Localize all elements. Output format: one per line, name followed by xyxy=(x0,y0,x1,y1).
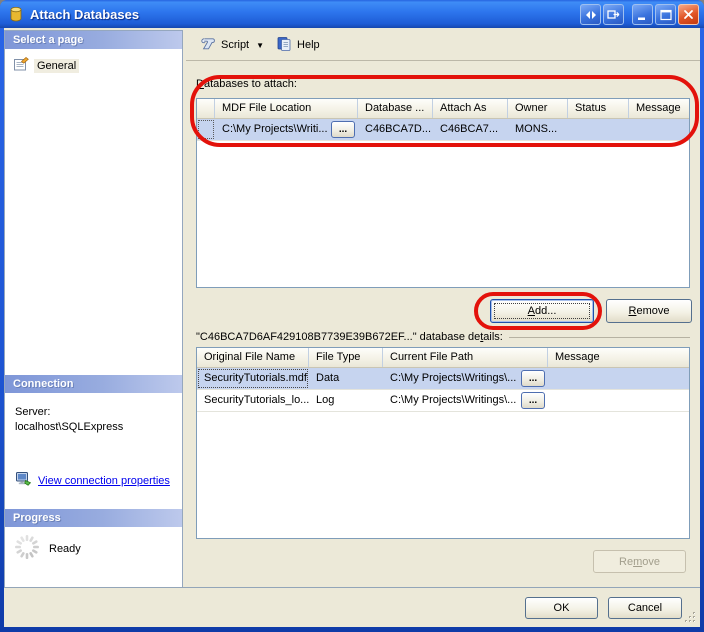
add-button[interactable]: Add... xyxy=(490,299,594,323)
cell-file-type: Log xyxy=(309,390,383,411)
column-header-selector[interactable] xyxy=(197,99,215,118)
remove-button[interactable]: Remove xyxy=(606,299,692,323)
database-details-grid: Original File Name File Type Current Fil… xyxy=(196,347,690,539)
cancel-button[interactable]: Cancel xyxy=(608,597,682,619)
maximize-button[interactable] xyxy=(655,4,676,25)
cell-current-file-path: C:\My Projects\Writings\... ... xyxy=(383,390,548,411)
grid-header-row: Original File Name File Type Current Fil… xyxy=(197,348,689,368)
title-bar[interactable]: Attach Databases xyxy=(0,0,704,28)
select-a-page-header: Select a page xyxy=(5,31,182,49)
status-text: Ready xyxy=(49,543,81,555)
column-header-owner[interactable]: Owner xyxy=(508,99,568,118)
sidebar-item-general[interactable]: General xyxy=(5,49,182,75)
databases-to-attach-grid: MDF File Location Database ... Attach As… xyxy=(196,98,690,288)
browse-button[interactable]: ... xyxy=(331,121,355,138)
dialog-client-area: Select a page General Connec xyxy=(4,28,700,627)
dock-arrows-button[interactable] xyxy=(580,4,601,25)
script-button[interactable]: Script ▼ xyxy=(194,33,270,58)
undock-button[interactable] xyxy=(603,4,624,25)
browse-button[interactable]: ... xyxy=(521,392,545,409)
table-row[interactable]: SecurityTutorials_lo... Log C:\My Projec… xyxy=(197,390,689,412)
connection-header: Connection xyxy=(5,375,182,393)
cell-file-type: Data xyxy=(309,368,383,389)
window-title: Attach Databases xyxy=(30,7,139,22)
help-label: Help xyxy=(297,39,320,51)
cell-original-file-name: SecurityTutorials_lo... xyxy=(197,390,309,411)
progress-header: Progress xyxy=(5,509,182,527)
progress-panel: Ready xyxy=(5,527,182,588)
column-header-status[interactable]: Status xyxy=(568,99,629,118)
group-rule xyxy=(509,337,690,338)
view-connection-properties-link[interactable]: View connection properties xyxy=(38,475,170,487)
footer-divider xyxy=(4,587,700,588)
databases-to-attach-label: Databases to attach: xyxy=(196,78,297,90)
cell-status xyxy=(568,119,629,140)
general-page-icon xyxy=(13,56,29,75)
column-header-database[interactable]: Database ... xyxy=(358,99,433,118)
table-row[interactable]: C:\My Projects\Writi... ... C46BCA7D... … xyxy=(197,119,689,141)
resize-grip[interactable] xyxy=(684,611,697,624)
cell-original-file-name: SecurityTutorials.mdf xyxy=(197,368,309,389)
column-header-original-file-name[interactable]: Original File Name xyxy=(197,348,309,367)
column-header-message[interactable]: Message xyxy=(548,348,689,367)
help-button[interactable]: Help xyxy=(270,33,326,58)
column-header-attach-as[interactable]: Attach As xyxy=(433,99,508,118)
cell-database: C46BCA7D... xyxy=(358,119,433,140)
server-value: localhost\SQLExpress xyxy=(15,420,182,435)
progress-spinner-icon xyxy=(14,534,40,563)
cell-attach-as: C46BCA7... xyxy=(433,119,508,140)
row-selector[interactable] xyxy=(197,119,215,140)
table-row[interactable]: SecurityTutorials.mdf Data C:\My Project… xyxy=(197,368,689,390)
column-header-current-file-path[interactable]: Current File Path xyxy=(383,348,548,367)
server-label: Server: xyxy=(15,405,182,420)
connection-properties-icon xyxy=(15,471,32,490)
connection-panel: Server: localhost\SQLExpress View conne xyxy=(5,393,182,509)
column-header-message[interactable]: Message xyxy=(629,99,689,118)
sidebar-item-label: General xyxy=(34,59,79,73)
toolbar: Script ▼ Help xyxy=(186,30,700,61)
remove-details-button[interactable]: Remove xyxy=(593,550,686,573)
cell-message xyxy=(629,119,689,140)
script-icon xyxy=(200,36,216,55)
help-icon xyxy=(276,36,292,55)
grid-header-row: MDF File Location Database ... Attach As… xyxy=(197,99,689,119)
column-header-file-type[interactable]: File Type xyxy=(309,348,383,367)
column-header-mdf-file-location[interactable]: MDF File Location xyxy=(215,99,358,118)
sidebar: Select a page General Connec xyxy=(4,30,183,588)
focus-rect xyxy=(494,303,590,319)
attach-databases-dialog: Attach Databases Select a page xyxy=(0,0,704,632)
close-icon[interactable] xyxy=(678,4,699,25)
script-label: Script xyxy=(221,39,249,51)
cell-current-file-path: C:\My Projects\Writings\... ... xyxy=(383,368,548,389)
chevron-down-icon: ▼ xyxy=(256,41,264,50)
cell-mdf-file-location: C:\My Projects\Writi... ... xyxy=(215,119,358,140)
database-icon xyxy=(8,6,24,22)
pages-panel: General xyxy=(5,49,182,375)
browse-button[interactable]: ... xyxy=(521,370,545,387)
cell-owner: MONS... xyxy=(508,119,568,140)
minimize-button[interactable] xyxy=(632,4,653,25)
database-details-label: "C46BCA7D6AF429108B7739E39B672EF..." dat… xyxy=(196,331,690,343)
cell-message xyxy=(548,390,689,411)
cell-message xyxy=(548,368,689,389)
ok-button[interactable]: OK xyxy=(525,597,598,619)
